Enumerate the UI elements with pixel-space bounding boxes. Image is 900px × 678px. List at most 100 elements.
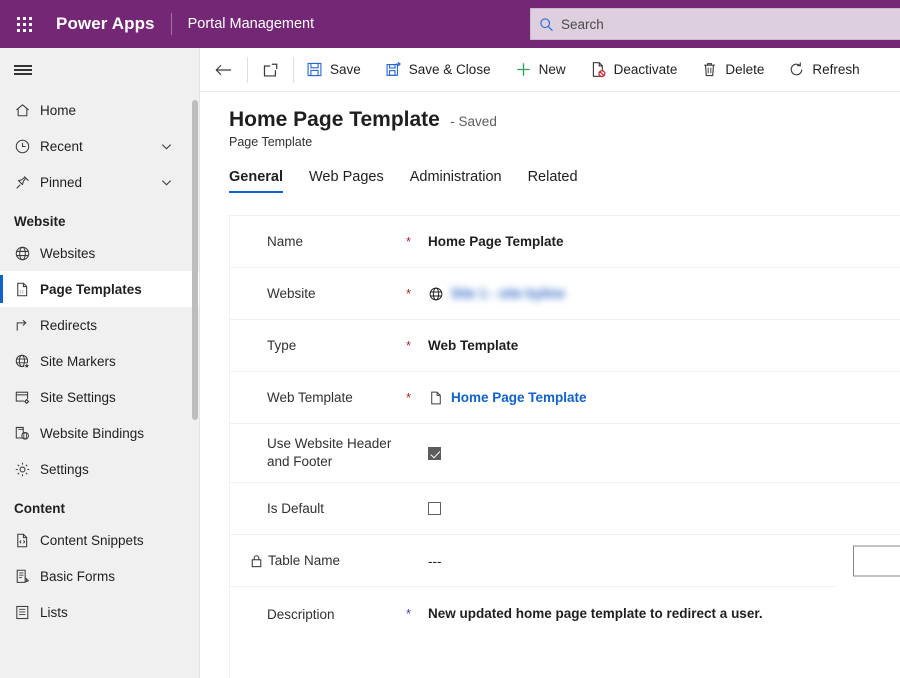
- field-value-use-website-header-and-footer: [428, 446, 441, 460]
- left-sidebar: Home Recent Pinned Website Websites Page…: [0, 48, 200, 678]
- field-label-name: Name: [267, 233, 304, 249]
- save-status-label: - Saved: [450, 114, 497, 129]
- chevron-down-icon[interactable]: [160, 176, 173, 189]
- global-search-box[interactable]: [530, 8, 900, 40]
- delete-button[interactable]: Delete: [689, 48, 776, 92]
- sidebar-item-content-snippets[interactable]: Content Snippets: [0, 522, 199, 558]
- brand-title[interactable]: Power Apps: [48, 14, 155, 34]
- sidebar-item-label: Page Templates: [40, 281, 142, 297]
- hamburger-icon[interactable]: [0, 48, 199, 92]
- sidebar-item-label: Home: [40, 102, 77, 118]
- form-row-description: Description * New updated home page temp…: [230, 587, 900, 675]
- search-input[interactable]: [561, 9, 900, 39]
- is-default-checkbox[interactable]: [428, 502, 441, 515]
- sidebar-item-recent[interactable]: Recent: [0, 128, 199, 164]
- deactivate-button[interactable]: Deactivate: [578, 48, 690, 92]
- refresh-label: Refresh: [812, 62, 860, 77]
- delete-label: Delete: [725, 62, 765, 77]
- form-row-name: Name * Home Page Template: [230, 216, 900, 268]
- save-button[interactable]: Save: [294, 48, 373, 92]
- globe-icon: [14, 245, 40, 262]
- required-asterisk: *: [406, 606, 412, 621]
- gear-icon: [14, 461, 40, 478]
- field-label-table-name: Table Name: [230, 552, 406, 570]
- field-label-description: Description: [267, 607, 335, 622]
- chevron-down-icon[interactable]: [160, 140, 173, 153]
- back-button[interactable]: [200, 48, 247, 92]
- record-tabs: General Web Pages Administration Related: [200, 169, 900, 193]
- tab-administration[interactable]: Administration: [410, 169, 502, 193]
- sidebar-item-label: Pinned: [40, 174, 83, 190]
- search-icon: [531, 17, 561, 32]
- save-and-close-button[interactable]: Save & Close: [373, 48, 503, 92]
- sidebar-item-site-markers[interactable]: Site Markers: [0, 343, 199, 379]
- sidebar-scrollbar[interactable]: [192, 100, 198, 420]
- sidebar-item-site-settings[interactable]: Site Settings: [0, 379, 199, 415]
- field-value-description[interactable]: New updated home page template to redire…: [428, 606, 763, 621]
- save-label: Save: [330, 62, 361, 77]
- waffle-grid-icon[interactable]: [0, 0, 48, 48]
- sidebar-item-lists[interactable]: Lists: [0, 594, 199, 630]
- sidebar-item-label: Content Snippets: [40, 532, 144, 548]
- code-document-icon: [14, 532, 40, 549]
- popout-button[interactable]: [248, 48, 293, 92]
- refresh-button[interactable]: Refresh: [776, 48, 871, 92]
- trash-icon: [701, 61, 718, 78]
- field-value-web-template[interactable]: Home Page Template: [428, 390, 587, 406]
- sidebar-item-label: Lists: [40, 604, 68, 620]
- sidebar-item-label: Site Settings: [40, 389, 116, 405]
- field-value-is-default: [428, 502, 441, 515]
- tab-related[interactable]: Related: [528, 169, 578, 193]
- website-bindings-icon: [14, 425, 40, 442]
- page-title: Home Page Template: [229, 108, 440, 131]
- field-value-name[interactable]: Home Page Template: [428, 234, 564, 249]
- plus-icon: [515, 61, 532, 78]
- field-value-website[interactable]: Site 1 - site byline: [428, 286, 565, 302]
- command-bar: Save Save & Close New Deactivate Delete: [200, 48, 900, 92]
- clock-icon: [14, 138, 40, 155]
- use-website-header-and-footer-checkbox[interactable]: [428, 446, 441, 460]
- field-label-table-name-text: Table Name: [268, 553, 341, 568]
- sidebar-item-website-bindings[interactable]: Website Bindings: [0, 415, 199, 451]
- globe-icon: [428, 286, 444, 302]
- form-row-website: Website * Site 1 - site byline: [230, 268, 900, 320]
- field-label-web-template: Web Template: [267, 389, 353, 405]
- table-name-side-input[interactable]: [853, 545, 900, 577]
- document-icon: [428, 390, 444, 406]
- sidebar-item-label: Site Markers: [40, 353, 116, 369]
- popout-icon: [262, 62, 279, 78]
- sidebar-item-label: Settings: [40, 461, 89, 477]
- sidebar-item-label: Recent: [40, 138, 83, 154]
- sidebar-item-settings[interactable]: Settings: [0, 451, 199, 487]
- form-row-is-default: Is Default: [230, 483, 900, 535]
- power-apps-portal-management-window: Power Apps Portal Management Home: [0, 0, 900, 678]
- sidebar-item-pinned[interactable]: Pinned: [0, 164, 199, 200]
- deactivate-icon: [590, 61, 607, 78]
- form-row-use-website-header-and-footer: Use Website Header and Footer: [230, 424, 900, 483]
- sidebar-item-home[interactable]: Home: [0, 92, 199, 128]
- sidebar-item-page-templates[interactable]: Page Templates: [0, 271, 199, 307]
- form-row-table-name: Table Name ---: [230, 535, 900, 587]
- required-asterisk: *: [406, 390, 412, 405]
- redirect-arrow-icon: [14, 317, 40, 334]
- field-value-type[interactable]: Web Template: [428, 338, 518, 353]
- new-label: New: [538, 62, 566, 77]
- site-settings-icon: [14, 389, 40, 406]
- back-arrow-icon: [214, 62, 233, 78]
- field-label-website: Website: [267, 285, 316, 301]
- sidebar-item-label: Website Bindings: [40, 425, 145, 441]
- brand-divider: [170, 13, 172, 35]
- pin-icon: [14, 174, 40, 191]
- new-button[interactable]: New: [503, 48, 578, 92]
- tab-web-pages[interactable]: Web Pages: [309, 169, 384, 193]
- sidebar-item-websites[interactable]: Websites: [0, 235, 199, 271]
- field-label-use-website-header-and-footer: Use Website Header and Footer: [267, 436, 392, 469]
- general-form: Name * Home Page Template Website * Site…: [229, 215, 900, 678]
- tab-general[interactable]: General: [229, 169, 283, 193]
- sidebar-item-redirects[interactable]: Redirects: [0, 307, 199, 343]
- form-row-type: Type * Web Template: [230, 320, 900, 372]
- web-template-link[interactable]: Home Page Template: [451, 390, 587, 405]
- list-icon: [14, 604, 40, 621]
- sidebar-item-basic-forms[interactable]: Basic Forms: [0, 558, 199, 594]
- refresh-icon: [788, 61, 805, 78]
